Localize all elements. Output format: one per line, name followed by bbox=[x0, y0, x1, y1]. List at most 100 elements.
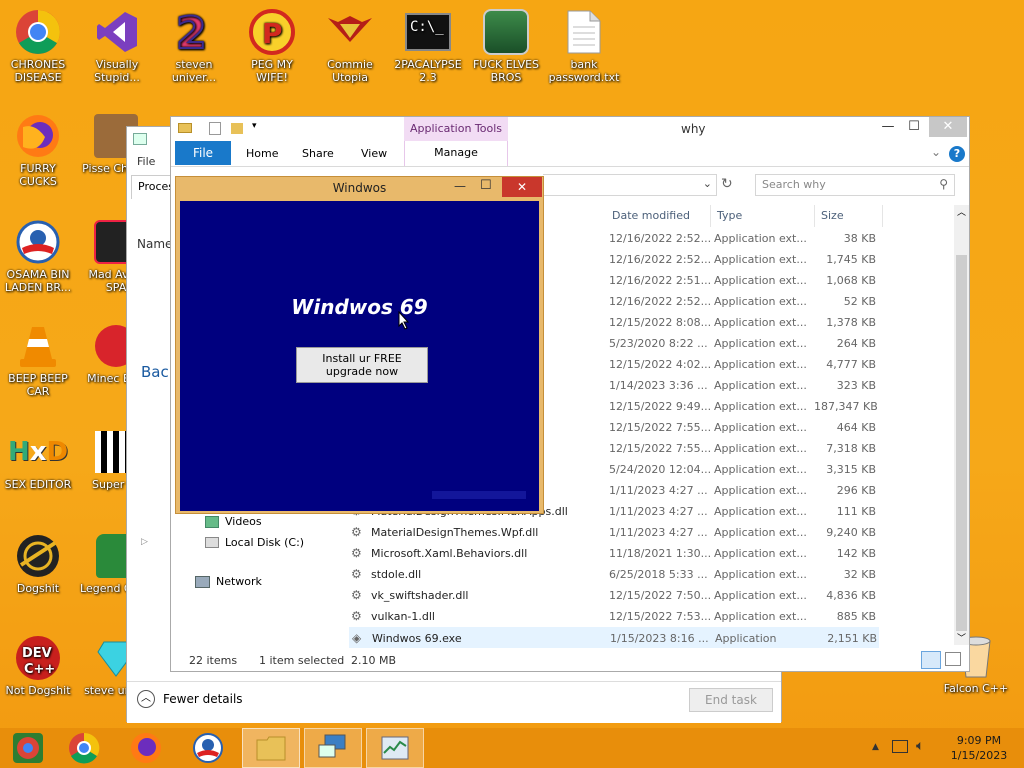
clock[interactable]: 9:09 PM 1/15/2023 bbox=[944, 733, 1014, 763]
expand-arrow-icon[interactable]: ▷ bbox=[141, 537, 148, 547]
fewer-details-button[interactable]: ︿ Fewer details bbox=[137, 690, 243, 708]
codeblocks-icon bbox=[14, 532, 62, 580]
table-row[interactable]: ⚙ stdole.dll 6/25/2018 5:33 ... Application… bbox=[349, 564, 889, 585]
tab-manage[interactable]: Manage bbox=[404, 141, 508, 166]
help-icon[interactable]: ? bbox=[949, 146, 965, 162]
desktop-icon-chrones-disease[interactable]: CHRONES DISEASE bbox=[0, 8, 76, 84]
table-row[interactable]: ⚙ MaterialDesignThemes.Wpf.dll 1/11/2023 4… bbox=[349, 522, 889, 543]
file-date: 12/16/2022 2:51... bbox=[609, 274, 712, 287]
end-task-button[interactable]: End task bbox=[689, 688, 773, 712]
show-hidden-icons-icon[interactable]: ▲ bbox=[872, 742, 879, 752]
vertical-scrollbar[interactable]: ︿ ﹀ bbox=[954, 205, 969, 645]
install-upgrade-label: Install ur FREE upgrade now bbox=[322, 352, 402, 378]
desktop-icon-beep-beep-car[interactable]: BEEP BEEP CAR bbox=[0, 322, 76, 398]
column-header-type[interactable]: Type bbox=[717, 209, 742, 222]
network-tray-icon[interactable] bbox=[892, 740, 908, 753]
desktop-icon-peg-my-wife[interactable]: P PEG MY WIFE! bbox=[234, 8, 310, 84]
table-row[interactable]: ⚙ vulkan-1.dll 12/15/2022 7:53... Applicati… bbox=[349, 606, 889, 627]
desktop-icon-commie-utopia[interactable]: Commie Utopia bbox=[312, 8, 388, 84]
taskbar-chrome-button[interactable] bbox=[56, 728, 112, 768]
qat-dropdown-icon[interactable]: ▾ bbox=[252, 121, 257, 131]
file-date: 1/11/2023 4:27 ... bbox=[609, 505, 708, 518]
chrome-icon bbox=[69, 732, 100, 764]
search-box[interactable]: Search why ⚲ bbox=[755, 174, 955, 196]
file-size: 2,151 KB bbox=[827, 632, 877, 645]
file-date: 11/18/2021 1:30... bbox=[609, 547, 712, 560]
window-title: why bbox=[681, 122, 706, 136]
svg-text:P: P bbox=[262, 17, 283, 50]
install-upgrade-button[interactable]: Install ur FREE upgrade now bbox=[296, 347, 428, 383]
new-folder-icon[interactable] bbox=[231, 123, 243, 134]
details-view-icon[interactable] bbox=[921, 651, 941, 669]
network-icon bbox=[195, 575, 210, 588]
file-type: Application ext... bbox=[714, 400, 807, 413]
desktop-icon-2pacalypse[interactable]: C:\_ 2PACALYPSE 2.3 bbox=[390, 8, 466, 84]
nav-item-videos[interactable]: Videos bbox=[205, 515, 262, 528]
volume-icon[interactable]: 🔈︎ bbox=[916, 738, 924, 754]
address-bar[interactable]: ⌄ bbox=[543, 174, 717, 196]
address-dropdown-icon[interactable]: ⌄ bbox=[703, 177, 712, 190]
tab-view[interactable]: View bbox=[361, 147, 387, 160]
tab-home[interactable]: Home bbox=[246, 147, 278, 160]
desktop-icon-not-dogshit[interactable]: DEV C++ Not Dogshit bbox=[0, 634, 76, 697]
tab-share[interactable]: Share bbox=[302, 147, 334, 160]
table-row[interactable]: ⚙ Microsoft.Xaml.Behaviors.dll 11/18/2021 … bbox=[349, 543, 889, 564]
commie-utopia-icon bbox=[326, 8, 374, 56]
column-header-name[interactable]: Name bbox=[137, 237, 172, 251]
taskbar-chrome-color-button[interactable] bbox=[0, 728, 56, 768]
taskbar-explorer-button[interactable] bbox=[242, 728, 300, 768]
table-row[interactable]: ⚙ vk_swiftshader.dll 12/15/2022 7:50... App… bbox=[349, 585, 889, 606]
ribbon-expand-icon[interactable]: ⌄ bbox=[931, 145, 941, 159]
large-icons-view-icon[interactable] bbox=[945, 652, 961, 666]
taskbar-remote-desktop-button[interactable] bbox=[304, 728, 362, 768]
file-date: 12/16/2022 2:52... bbox=[609, 232, 712, 245]
desktop-icon-label: Not Dogshit bbox=[5, 684, 71, 697]
popup-minimize-button[interactable]: — bbox=[454, 179, 466, 193]
file-type: Application ext... bbox=[714, 337, 807, 350]
hxd-icon: HxD bbox=[7, 436, 69, 467]
table-row[interactable]: ◈ Windwos 69.exe 1/15/2023 8:16 ... Applica… bbox=[349, 627, 879, 648]
tab-file[interactable]: File bbox=[175, 141, 231, 165]
taskbar-task-manager-button[interactable] bbox=[366, 728, 424, 768]
file-date: 6/25/2018 5:33 ... bbox=[609, 568, 708, 581]
search-input[interactable]: Search why bbox=[762, 178, 826, 191]
maximize-button[interactable]: ☐ bbox=[901, 117, 927, 137]
popup-maximize-button[interactable]: ☐ bbox=[480, 178, 492, 193]
close-button[interactable]: ✕ bbox=[929, 117, 967, 137]
dll-gear-icon: ⚙ bbox=[351, 567, 362, 581]
taskbar-firefox-button[interactable] bbox=[118, 728, 174, 768]
desktop-icon-visual-studio[interactable]: Visually Stupid... bbox=[79, 8, 155, 84]
file-date: 1/15/2023 8:16 ... bbox=[610, 632, 709, 645]
taskbar-obama-button[interactable] bbox=[180, 728, 236, 768]
scrollbar-thumb[interactable] bbox=[956, 255, 967, 631]
svg-text:2: 2 bbox=[176, 8, 207, 56]
desktop-icon-label: FUCK ELVES BROS bbox=[472, 58, 540, 84]
end-task-label: End task bbox=[705, 693, 757, 707]
desktop-icon-osama[interactable]: OSAMA BIN LADEN BR... bbox=[0, 218, 76, 294]
firefox-icon bbox=[14, 112, 62, 160]
refresh-icon[interactable]: ↻ bbox=[721, 176, 733, 192]
desktop-icon-fuck-elves-bros[interactable]: FUCK ELVES BROS bbox=[468, 8, 544, 84]
taskmgr-menu-file[interactable]: File bbox=[137, 155, 155, 168]
scroll-down-icon[interactable]: ﹀ bbox=[957, 631, 966, 644]
tab-processes-label: Proces bbox=[138, 180, 174, 193]
properties-icon[interactable] bbox=[209, 122, 221, 135]
desktop-icon-sex-editor[interactable]: HxD SEX EDITOR bbox=[0, 428, 76, 492]
chrome-icon bbox=[14, 8, 62, 56]
minimize-button[interactable]: — bbox=[875, 117, 901, 137]
file-date: 12/16/2022 2:52... bbox=[609, 253, 712, 266]
column-header-size[interactable]: Size bbox=[821, 209, 844, 222]
file-date: 1/14/2023 3:36 ... bbox=[609, 379, 708, 392]
nav-item-local-disk[interactable]: Local Disk (C:) bbox=[205, 536, 304, 549]
desktop-icon-dogshit[interactable]: Dogshit bbox=[0, 532, 76, 595]
desktop-icon-bank-password[interactable]: bank password.txt bbox=[546, 8, 622, 84]
scroll-up-icon[interactable]: ︿ bbox=[957, 205, 966, 218]
file-size: 111 KB bbox=[836, 505, 876, 518]
popup-body: Windwos 69 Install ur FREE upgrade now bbox=[180, 201, 539, 511]
file-type: Application ext... bbox=[714, 568, 807, 581]
desktop-icon-furry-cucks[interactable]: FURRY CUCKS bbox=[0, 112, 76, 188]
nav-item-network[interactable]: Network bbox=[195, 575, 262, 588]
column-header-date[interactable]: Date modified bbox=[612, 209, 690, 222]
desktop-icon-steven-universe[interactable]: 2 steven univer... bbox=[156, 8, 232, 84]
popup-close-button[interactable]: ✕ bbox=[502, 177, 542, 197]
